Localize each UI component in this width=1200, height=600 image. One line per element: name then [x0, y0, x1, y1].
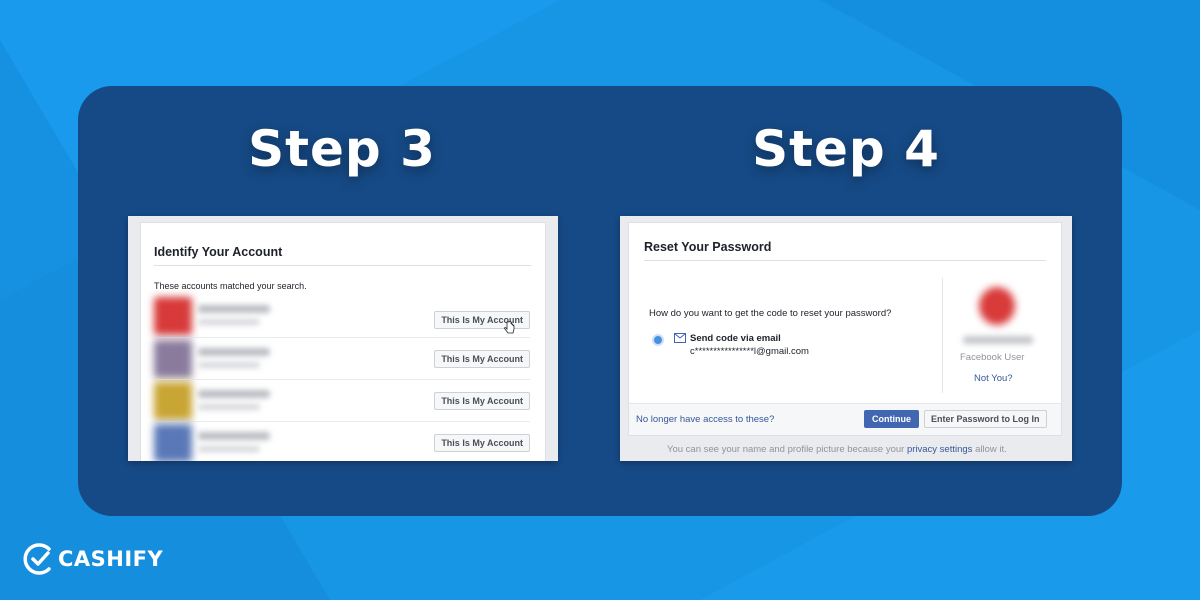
- privacy-footer-suffix: allow it.: [975, 444, 1007, 455]
- masked-email: c****************l@gmail.com: [690, 346, 809, 357]
- account-row: This Is My Account: [154, 421, 530, 461]
- account-avatar: [154, 297, 192, 335]
- this-is-my-account-button[interactable]: This Is My Account: [434, 350, 530, 368]
- enter-password-button[interactable]: Enter Password to Log In: [924, 410, 1047, 428]
- profile-name-blurred: [963, 336, 1033, 344]
- cashify-logo: CASHIFY: [20, 540, 163, 578]
- reset-password-heading: Reset Your Password: [644, 240, 772, 254]
- privacy-footer-text: You can see your name and profile pictur…: [667, 444, 1007, 455]
- reset-password-panel: Reset Your Password How do you want to g…: [628, 222, 1062, 436]
- account-row: This Is My Account: [154, 337, 530, 379]
- account-avatar: [154, 382, 192, 420]
- reset-code-question: How do you want to get the code to reset…: [649, 308, 892, 319]
- reset-password-footer-bar: No longer have access to these? Continue…: [629, 403, 1061, 435]
- account-avatar: [154, 424, 192, 461]
- email-option-radio[interactable]: [652, 334, 664, 346]
- account-row: This Is My Account: [154, 295, 530, 337]
- identify-account-screenshot: Identify Your Account These accounts mat…: [128, 216, 558, 461]
- cashify-wordmark: CASHIFY: [58, 547, 164, 571]
- identify-account-panel: Identify Your Account These accounts mat…: [140, 222, 546, 461]
- facebook-user-caption: Facebook User: [960, 352, 1025, 363]
- privacy-footer-prefix: You can see your name and profile pictur…: [667, 444, 905, 455]
- not-you-link[interactable]: Not You?: [974, 373, 1013, 384]
- step-3-title: Step 3: [248, 120, 436, 178]
- hand-cursor-icon: [504, 321, 515, 334]
- no-longer-access-link[interactable]: No longer have access to these?: [636, 414, 774, 425]
- step-4-title: Step 4: [752, 120, 940, 178]
- account-detail-blurred: [198, 319, 260, 325]
- account-avatar: [154, 340, 192, 378]
- reset-password-screenshot: Reset Your Password How do you want to g…: [620, 216, 1072, 461]
- matched-accounts-text: These accounts matched your search.: [154, 281, 307, 291]
- account-name-blurred: [198, 348, 270, 356]
- account-row: This Is My Account: [154, 379, 530, 421]
- account-detail-blurred: [198, 362, 260, 368]
- heading-divider: [644, 260, 1046, 261]
- profile-divider: [942, 278, 943, 393]
- account-name-blurred: [198, 305, 270, 313]
- cashify-logo-icon: [23, 543, 51, 575]
- this-is-my-account-button[interactable]: This Is My Account: [434, 434, 530, 452]
- continue-button[interactable]: Continue: [864, 410, 919, 428]
- envelope-icon: [674, 333, 686, 343]
- account-name-blurred: [198, 390, 270, 398]
- account-detail-blurred: [198, 404, 260, 410]
- heading-divider: [154, 265, 531, 266]
- this-is-my-account-button[interactable]: This Is My Account: [434, 392, 530, 410]
- profile-avatar: [979, 287, 1015, 325]
- send-code-email-label[interactable]: Send code via email: [690, 333, 781, 344]
- account-name-blurred: [198, 432, 270, 440]
- account-detail-blurred: [198, 446, 260, 452]
- privacy-settings-link[interactable]: privacy settings: [907, 444, 972, 455]
- identify-account-heading: Identify Your Account: [154, 245, 283, 259]
